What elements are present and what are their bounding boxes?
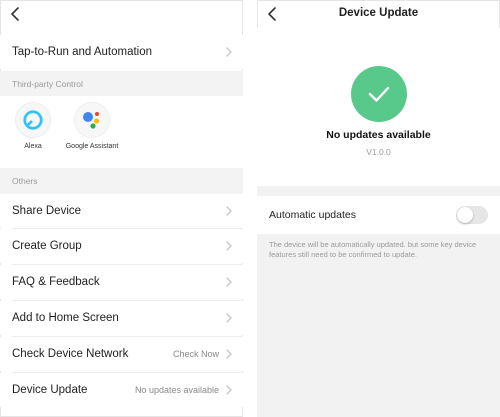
top-bar: Device Update	[257, 0, 500, 28]
check-now-value: Check Now	[172, 349, 219, 359]
create-group-row[interactable]: Create Group	[0, 229, 243, 263]
device-settings-panel: Tap-to-Run and Automation Third-party Co…	[0, 0, 243, 417]
third-party-header: Third-party Control	[0, 71, 243, 97]
check-device-network-label: Check Device Network	[12, 348, 129, 360]
chevron-right-icon	[225, 277, 233, 287]
page-title: Device Update	[338, 7, 419, 19]
device-update-label: Device Update	[12, 384, 88, 396]
device-update-panel: Device Update No updates available V1.0.…	[257, 0, 500, 417]
chevron-left-icon	[11, 7, 19, 21]
check-device-network-row[interactable]: Check Device Network Check Now	[0, 337, 243, 371]
toggle-knob	[457, 207, 473, 223]
others-header: Others	[0, 168, 243, 194]
chevron-right-icon	[225, 206, 233, 216]
alexa-item[interactable]: Alexa	[6, 102, 60, 151]
share-device-label: Share Device	[12, 205, 82, 217]
update-status-text: No updates available	[326, 129, 431, 141]
alexa-icon	[15, 102, 51, 138]
section-separator	[257, 186, 500, 196]
google-assistant-item[interactable]: Google Assistant	[65, 102, 119, 151]
automatic-updates-toggle[interactable]	[456, 206, 488, 224]
chevron-right-icon	[225, 241, 233, 251]
alexa-label: Alexa	[24, 143, 42, 150]
add-to-home-screen-row[interactable]: Add to Home Screen	[0, 301, 243, 335]
tap-to-run-label: Tap-to-Run and Automation	[12, 46, 153, 58]
faq-feedback-label: FAQ & Feedback	[12, 276, 100, 288]
add-to-home-screen-label: Add to Home Screen	[12, 312, 119, 324]
checkmark-icon	[351, 66, 407, 122]
third-party-block: Alexa Google Assistant	[0, 96, 243, 168]
automatic-updates-label: Automatic updates	[269, 209, 356, 221]
google-assistant-label: Google Assistant	[65, 143, 119, 150]
chevron-right-icon	[225, 385, 233, 395]
firmware-version: V1.0.0	[366, 147, 391, 157]
chevron-right-icon	[225, 349, 233, 359]
chevron-right-icon	[225, 47, 233, 57]
chevron-right-icon	[225, 313, 233, 323]
automatic-updates-row: Automatic updates	[257, 196, 500, 234]
device-update-row[interactable]: Device Update No updates available	[0, 373, 243, 407]
share-device-row[interactable]: Share Device	[0, 194, 243, 228]
tap-to-run-row[interactable]: Tap-to-Run and Automation	[0, 35, 243, 69]
create-group-label: Create Group	[12, 240, 82, 252]
update-status-value: No updates available	[134, 385, 219, 395]
automatic-update-note: The device will be automatically updated…	[269, 240, 477, 259]
update-status-card: No updates available V1.0.0	[257, 28, 500, 186]
faq-feedback-row[interactable]: FAQ & Feedback	[0, 265, 243, 299]
google-assistant-icon	[74, 102, 110, 138]
back-button[interactable]	[8, 6, 24, 22]
note-area: The device will be automatically updated…	[257, 234, 500, 417]
